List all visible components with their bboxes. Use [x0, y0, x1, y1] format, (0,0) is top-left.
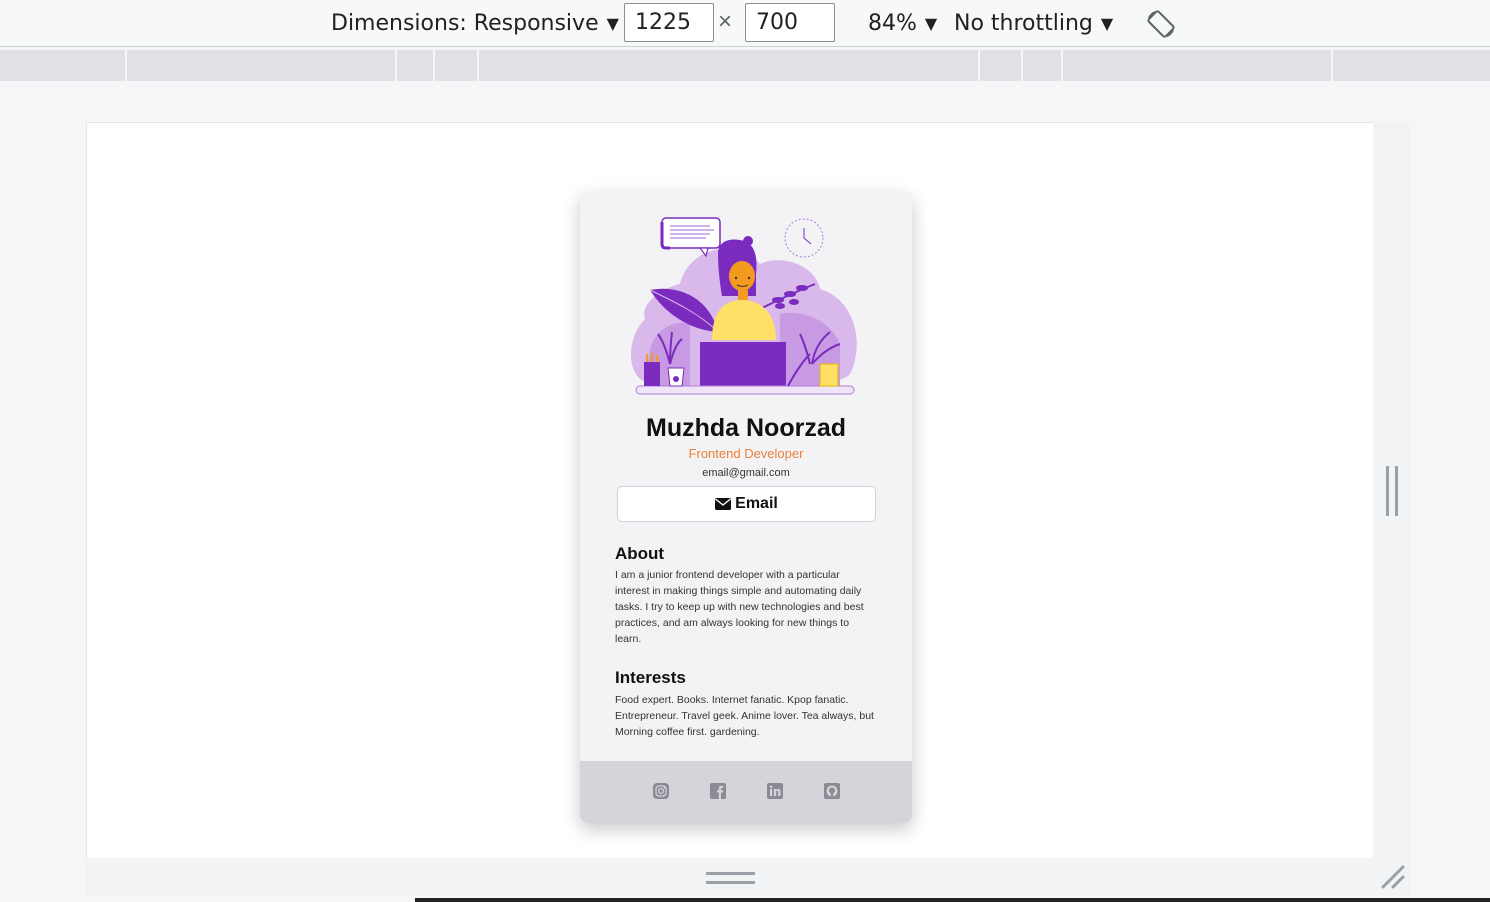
zoom-label: 84% — [868, 10, 917, 36]
instagram-icon[interactable] — [652, 782, 670, 800]
social-footer — [580, 761, 912, 823]
mq-divider — [477, 50, 479, 81]
dimensions-label: Dimensions: Responsive — [331, 10, 599, 36]
bottom-resize-handle[interactable] — [706, 872, 755, 884]
profile-role: Frontend Developer — [688, 446, 804, 461]
media-query-bar[interactable] — [0, 50, 1490, 81]
envelope-icon — [715, 498, 732, 510]
chevron-down-icon: ▼ — [924, 13, 938, 33]
profile-name: Muzhda Noorzad — [646, 414, 846, 442]
about-text: I am a junior frontend developer with a … — [615, 569, 864, 645]
email-button[interactable]: Email — [617, 486, 876, 522]
width-input[interactable]: 1225 — [624, 3, 714, 42]
throttling-label: No throttling — [954, 10, 1093, 36]
chevron-down-icon: ▼ — [1100, 13, 1114, 33]
interests-heading: Interests — [615, 668, 686, 687]
mq-divider — [125, 50, 127, 81]
chevron-down-icon: ▼ — [606, 13, 619, 33]
rotate-icon[interactable] — [1145, 8, 1177, 40]
corner-resize-icon[interactable] — [1378, 862, 1406, 890]
mq-divider — [1331, 50, 1333, 81]
zoom-dropdown[interactable]: 84% ▼ — [868, 0, 937, 46]
device-toolbar: Dimensions: Responsive ▼ 1225 × 700 84% … — [0, 0, 1490, 47]
mq-divider — [1061, 50, 1063, 81]
right-resize-handle[interactable] — [1386, 466, 1398, 516]
height-input[interactable]: 700 — [745, 3, 835, 42]
dimensions-dropdown[interactable]: Dimensions: Responsive ▼ — [331, 0, 619, 46]
mq-divider — [978, 50, 980, 81]
github-icon[interactable] — [823, 782, 841, 800]
linkedin-icon[interactable] — [766, 782, 784, 800]
times-separator: × — [718, 8, 733, 35]
profile-card: Muzhda Noorzad Frontend Developer email@… — [580, 192, 912, 823]
email-button-label: Email — [735, 495, 778, 512]
facebook-icon[interactable] — [709, 782, 727, 800]
profile-email: email@gmail.com — [702, 467, 790, 479]
developer-illustration — [630, 217, 857, 395]
throttling-dropdown[interactable]: No throttling ▼ — [954, 0, 1113, 46]
mq-divider — [395, 50, 397, 81]
about-heading: About — [615, 544, 665, 563]
taskbar-strip — [415, 898, 1490, 902]
mq-divider — [433, 50, 435, 81]
interests-text: Food expert. Books. Internet fanatic. Kp… — [615, 694, 874, 738]
mq-divider — [1021, 50, 1023, 81]
